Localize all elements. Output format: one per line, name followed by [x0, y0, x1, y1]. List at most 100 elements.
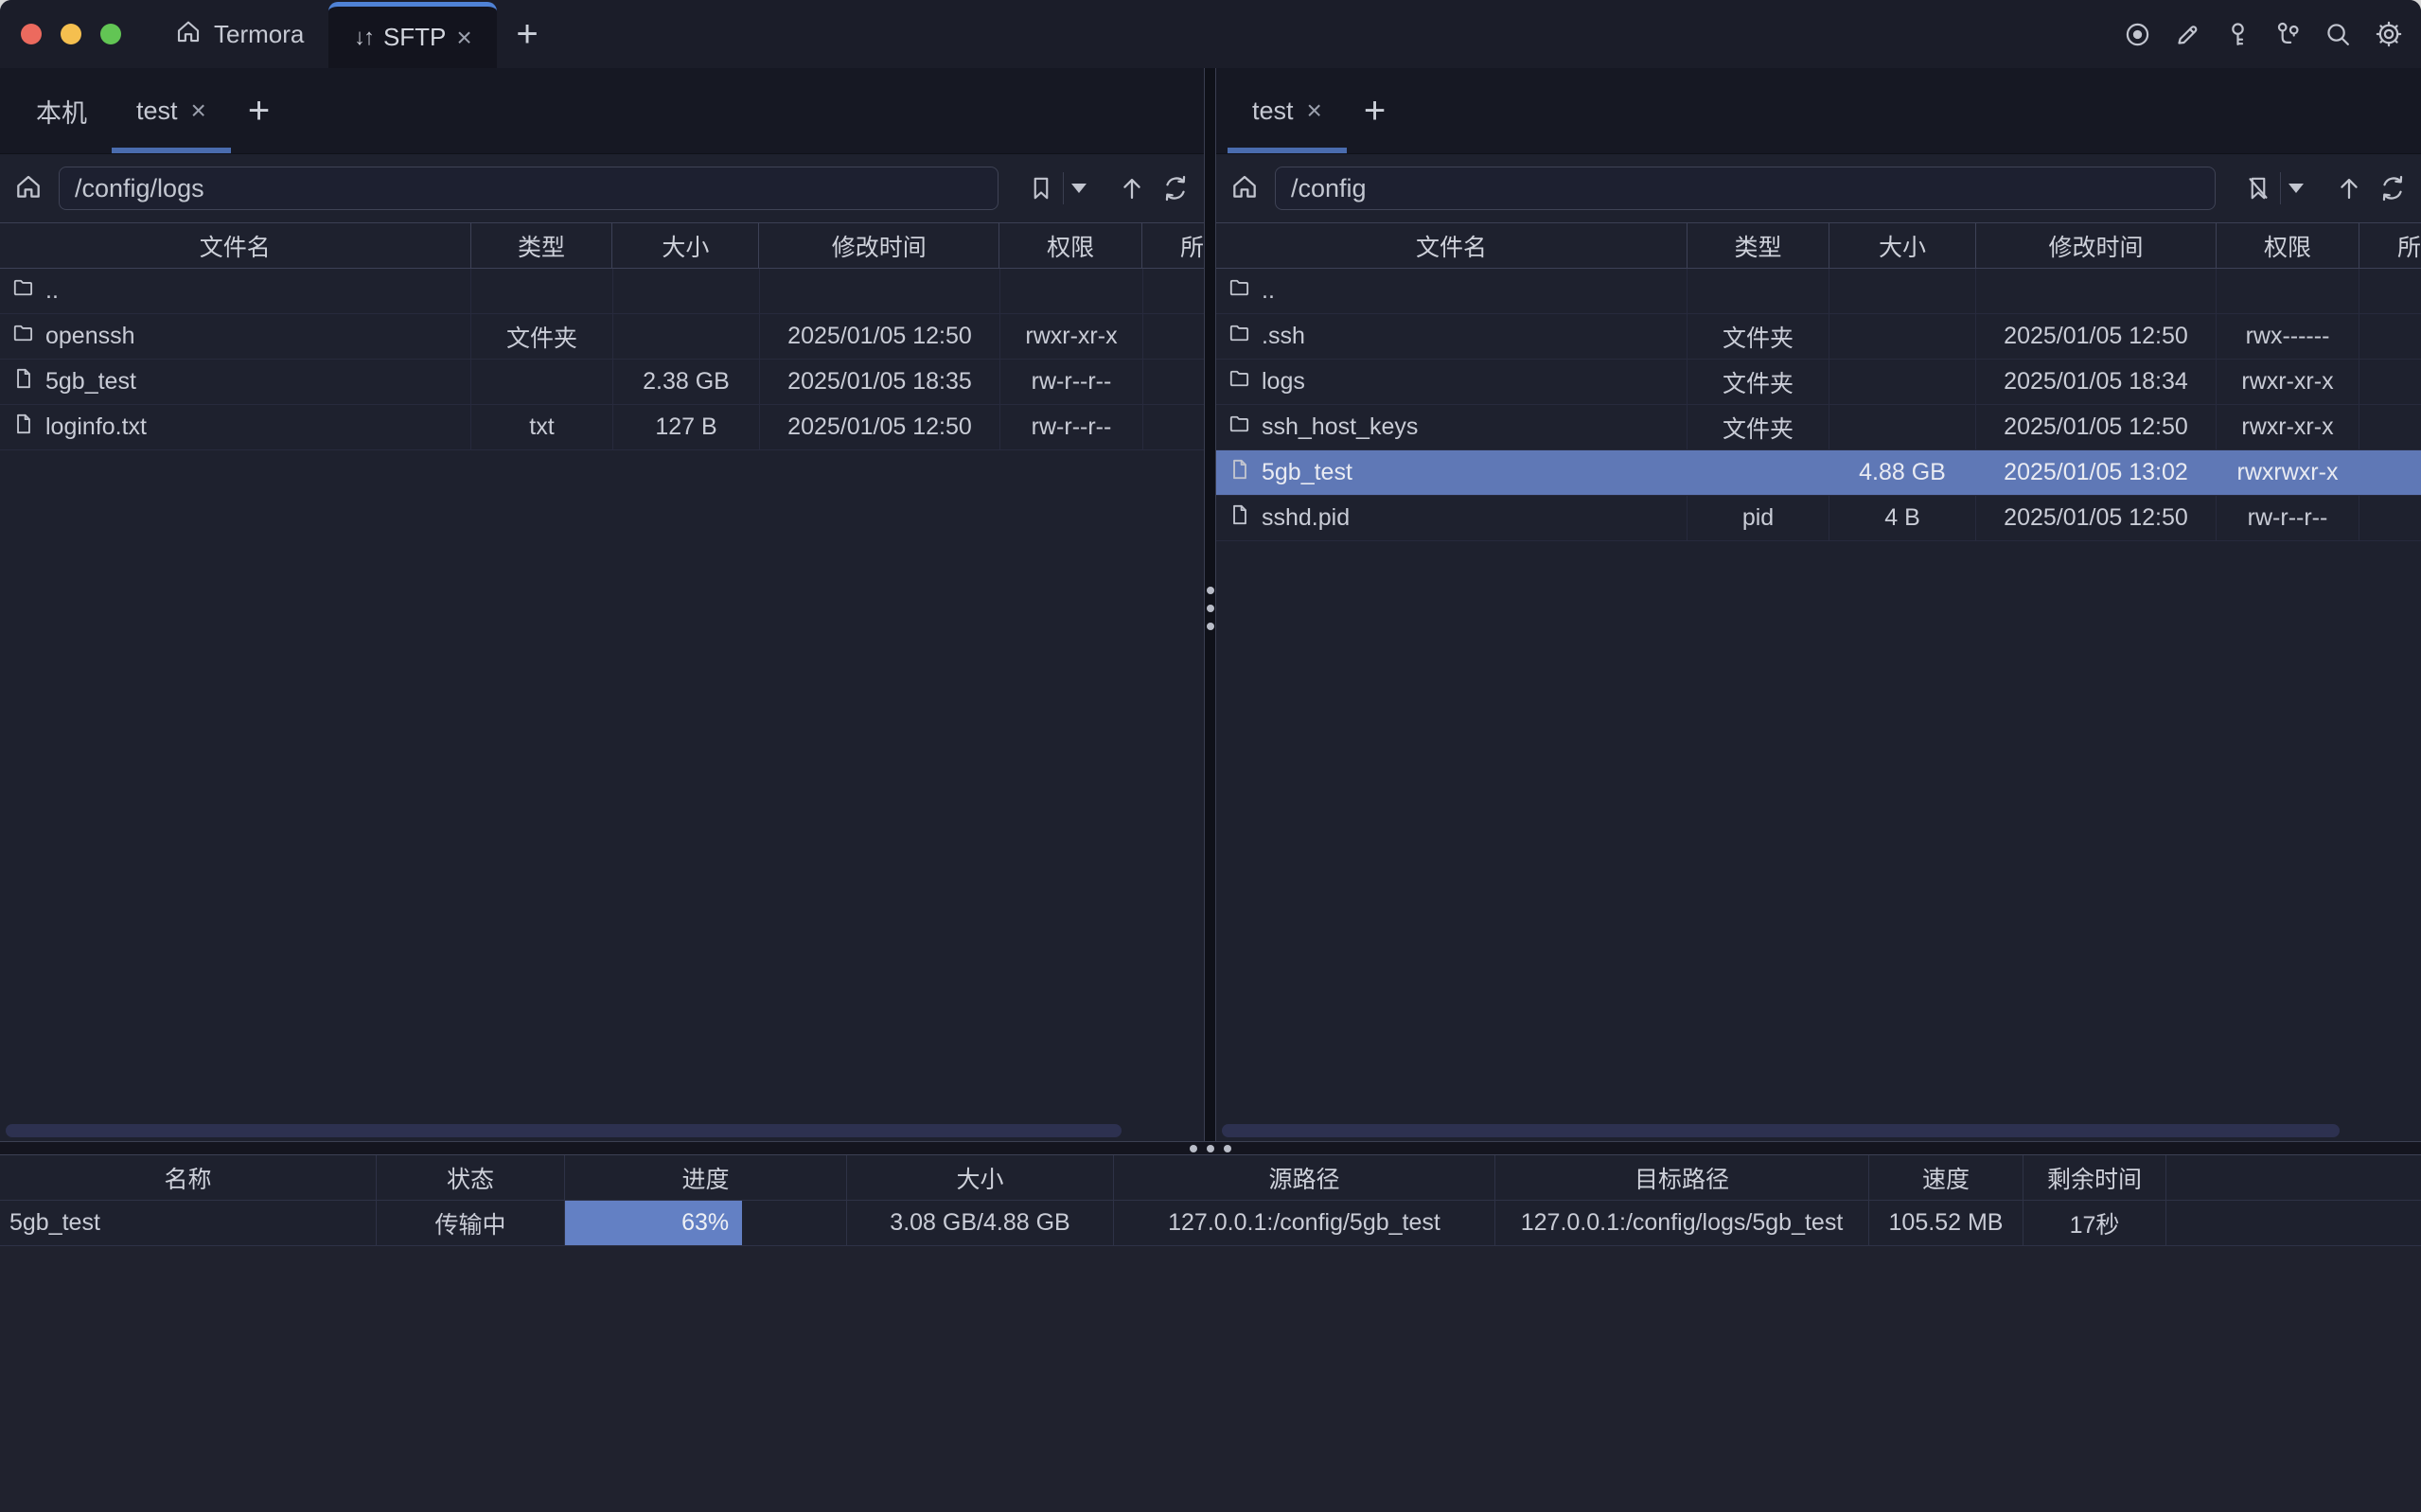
table-row[interactable]: openssh 文件夹 2025/01/05 12:50 rwxr-xr-x	[0, 314, 1204, 360]
table-row[interactable]: .ssh 文件夹 2025/01/05 12:50 rwx------	[1216, 314, 2421, 360]
transfer-target: 127.0.0.1:/config/logs/5gb_test	[1495, 1201, 1869, 1245]
left-tab-local[interactable]: 本机	[11, 68, 112, 153]
right-tab-test-close-icon[interactable]: ×	[1307, 96, 1322, 126]
table-row[interactable]: ..	[0, 269, 1204, 314]
table-row[interactable]: sshd.pid pid 4 B 2025/01/05 12:50 rw-r--…	[1216, 496, 2421, 541]
traffic-lights	[21, 24, 121, 44]
splitter-handle-dots[interactable]	[1190, 1145, 1231, 1152]
column-header-size[interactable]: 大小	[612, 223, 759, 268]
termora-window: Termora ↓↑ SFTP × +	[0, 0, 2421, 1512]
column-header-status[interactable]: 状态	[377, 1155, 565, 1200]
column-header-type[interactable]: 类型	[1688, 223, 1829, 268]
minimize-window-button[interactable]	[61, 24, 81, 44]
transfer-arrows-icon: ↓↑	[354, 25, 373, 51]
right-path-input[interactable]	[1275, 167, 2216, 210]
column-header-filename[interactable]: 文件名	[0, 223, 471, 268]
right-file-table: 文件名 类型 大小 修改时间 权限 所 .. .ssh 文	[1216, 222, 2421, 541]
left-path-input[interactable]	[59, 167, 998, 210]
tab-sftp-label: SFTP	[383, 23, 446, 52]
divider	[1063, 172, 1064, 204]
chevron-down-icon[interactable]	[1071, 184, 1087, 193]
refresh-icon[interactable]	[1160, 173, 1191, 203]
tab-sftp[interactable]: ↓↑ SFTP ×	[328, 2, 497, 68]
table-row[interactable]: loginfo.txt txt 127 B 2025/01/05 12:50 r…	[0, 405, 1204, 450]
column-header-mtime[interactable]: 修改时间	[759, 223, 999, 268]
column-header-name[interactable]: 名称	[0, 1155, 377, 1200]
home-icon[interactable]	[13, 171, 44, 206]
pane-splitter-vertical[interactable]	[1204, 68, 1216, 1141]
left-pane: 本机 test × +	[0, 68, 1204, 1141]
column-header-eta[interactable]: 剩余时间	[2023, 1155, 2166, 1200]
column-header-mtime[interactable]: 修改时间	[1976, 223, 2217, 268]
transfer-speed: 105.52 MB	[1869, 1201, 2023, 1245]
app-title: Termora	[214, 20, 304, 49]
table-row-selected[interactable]: 5gb_test 4.88 GB 2025/01/05 13:02 rwxrwx…	[1216, 450, 2421, 496]
left-path-bar	[0, 154, 1204, 222]
record-icon[interactable]	[2123, 20, 2152, 49]
file-icon	[11, 412, 36, 443]
transfer-name: 5gb_test	[0, 1201, 377, 1245]
right-tab-test[interactable]: test ×	[1228, 68, 1347, 153]
column-header-owner[interactable]: 所	[2359, 223, 2421, 268]
column-header-progress[interactable]: 进度	[565, 1155, 847, 1200]
transfers-empty-area	[0, 1246, 2421, 1512]
left-file-table: 文件名 类型 大小 修改时间 权限 所 .. openssh	[0, 222, 1204, 450]
left-path-actions	[1014, 172, 1204, 204]
parent-directory-icon[interactable]	[2334, 173, 2364, 203]
home-icon[interactable]	[1229, 171, 1260, 206]
transfer-progress-bar: 63%	[565, 1201, 847, 1245]
splitter-handle-dots[interactable]	[1207, 587, 1214, 630]
progress-label: 63%	[681, 1209, 729, 1237]
settings-gear-icon[interactable]	[2374, 19, 2404, 49]
new-main-tab-button[interactable]: +	[516, 15, 538, 53]
column-header-size[interactable]: 大小	[1829, 223, 1976, 268]
column-header-speed[interactable]: 速度	[1869, 1155, 2023, 1200]
column-header-owner[interactable]: 所	[1142, 223, 1204, 268]
column-header-filename[interactable]: 文件名	[1216, 223, 1688, 268]
right-new-session-button[interactable]: +	[1347, 68, 1403, 153]
right-horizontal-scrollbar[interactable]	[1216, 1123, 2421, 1138]
column-header-perm[interactable]: 权限	[999, 223, 1142, 268]
transfers-header: 名称 状态 进度 大小 源路径 目标路径 速度 剩余时间	[0, 1155, 2421, 1201]
bookmark-icon[interactable]	[1027, 174, 1055, 202]
column-header-source-path[interactable]: 源路径	[1114, 1155, 1495, 1200]
left-tab-test[interactable]: test ×	[112, 68, 231, 153]
folder-icon	[11, 321, 36, 352]
left-new-session-button[interactable]: +	[231, 68, 287, 153]
bookmark-slash-icon[interactable]	[2244, 174, 2272, 202]
scrollbar-thumb[interactable]	[1222, 1124, 2340, 1137]
transfer-row[interactable]: 5gb_test 传输中 63% 3.08 GB/4.88 GB 127.0.0…	[0, 1201, 2421, 1246]
file-icon	[1228, 502, 1252, 534]
transfer-status: 传输中	[377, 1201, 565, 1245]
column-header-type[interactable]: 类型	[471, 223, 613, 268]
close-window-button[interactable]	[21, 24, 42, 44]
column-header-perm[interactable]: 权限	[2217, 223, 2359, 268]
table-row[interactable]: ssh_host_keys 文件夹 2025/01/05 12:50 rwxr-…	[1216, 405, 2421, 450]
table-row[interactable]: ..	[1216, 269, 2421, 314]
key-icon[interactable]	[2223, 20, 2253, 49]
titlebar: Termora ↓↑ SFTP × +	[0, 0, 2421, 68]
branch-icon[interactable]	[2273, 20, 2303, 49]
column-header-size[interactable]: 大小	[847, 1155, 1114, 1200]
left-horizontal-scrollbar[interactable]	[0, 1123, 1204, 1138]
search-icon[interactable]	[2324, 20, 2353, 49]
table-row[interactable]: 5gb_test 2.38 GB 2025/01/05 18:35 rw-r--…	[0, 360, 1204, 405]
refresh-icon[interactable]	[2377, 173, 2408, 203]
zoom-window-button[interactable]	[100, 24, 121, 44]
transfers-splitter-horizontal[interactable]	[0, 1141, 2421, 1154]
sftp-split-view: 本机 test × +	[0, 68, 2421, 1141]
titlebar-actions	[2123, 19, 2404, 49]
tab-home[interactable]: Termora	[174, 17, 304, 52]
column-header-target-path[interactable]: 目标路径	[1495, 1155, 1869, 1200]
scrollbar-thumb[interactable]	[6, 1124, 1122, 1137]
left-table-header: 文件名 类型 大小 修改时间 权限 所	[0, 223, 1204, 269]
folder-icon	[1228, 275, 1252, 307]
edit-pencil-icon[interactable]	[2173, 20, 2202, 49]
left-tab-test-close-icon[interactable]: ×	[191, 96, 206, 126]
chevron-down-icon[interactable]	[2288, 184, 2304, 193]
table-row[interactable]: logs 文件夹 2025/01/05 18:34 rwxr-xr-x	[1216, 360, 2421, 405]
file-icon	[1228, 457, 1252, 488]
tab-sftp-close-icon[interactable]: ×	[456, 25, 471, 51]
parent-directory-icon[interactable]	[1117, 173, 1147, 203]
transfer-source: 127.0.0.1:/config/5gb_test	[1114, 1201, 1495, 1245]
